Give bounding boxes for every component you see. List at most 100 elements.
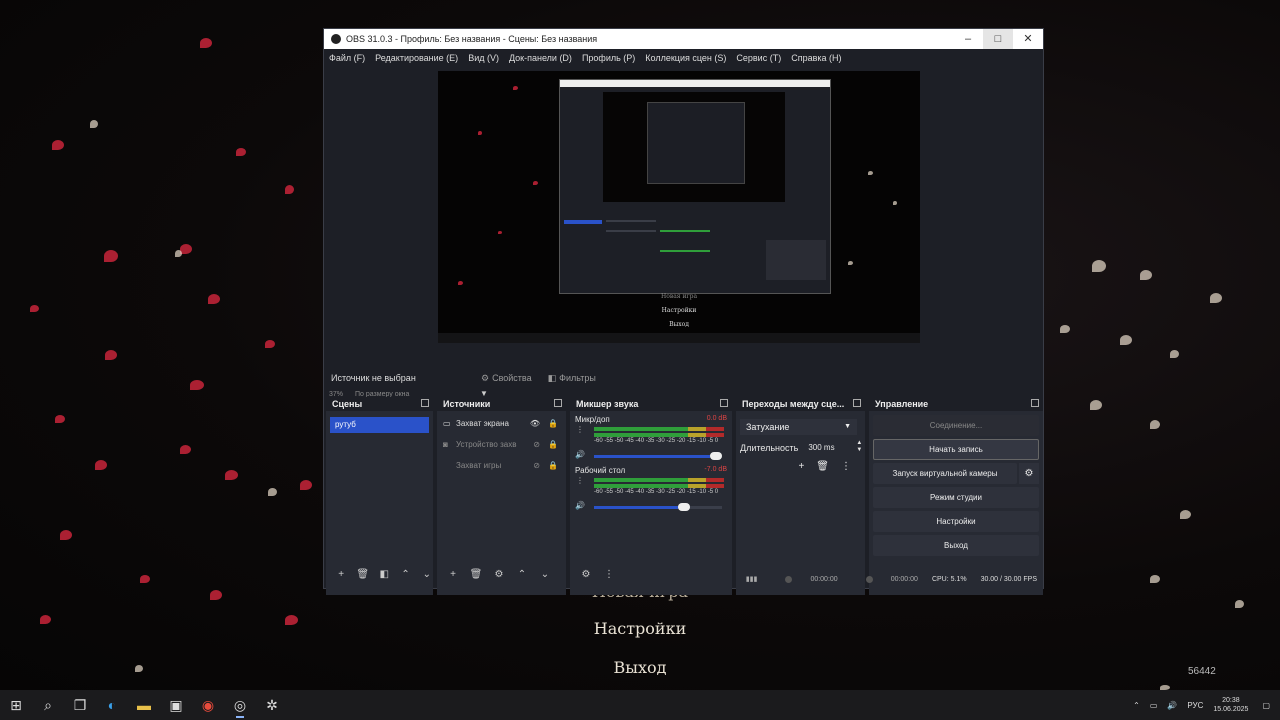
scene-item[interactable]: рутуб [330, 417, 429, 433]
transition-select[interactable]: Затухание ▼ [740, 419, 857, 435]
mixer-channel: Микр/доп 0.0 dB ⋮ -60 -55 -50 -45 -40 -3… [570, 411, 732, 462]
source-item[interactable]: Захват игры ⊘ 🔒 [437, 455, 566, 476]
gear-icon[interactable]: ⚙ [1019, 463, 1039, 484]
lock-icon[interactable]: 🔒 [548, 461, 558, 470]
channel-menu-icon[interactable]: ⋮ [576, 476, 584, 485]
record-status: 00:00:00 [852, 575, 918, 583]
source-item[interactable]: ▭ Захват экрана 👁 🔒 [437, 413, 566, 434]
clock[interactable]: 20:38 15.06.2025 [1213, 696, 1248, 714]
edge-icon[interactable]: ◐ [96, 690, 128, 720]
language-indicator[interactable]: РУС [1187, 701, 1203, 710]
chrome-icon[interactable]: ◉ [192, 690, 224, 720]
hidden-icon[interactable]: ⊘ [533, 440, 540, 449]
menu-file[interactable]: Файл (F) [329, 53, 365, 63]
transition-menu-icon[interactable]: ⋮ [841, 461, 851, 472]
chevron-up-icon[interactable]: ⌃ [1133, 701, 1140, 710]
volume-tray-icon[interactable]: 🔊 [1167, 701, 1177, 710]
game-taskbar-icon[interactable]: ✲ [256, 690, 288, 720]
preview-area[interactable]: Новая игра Настройки Выход 37% По размер… [324, 67, 1043, 398]
channel-db: 0.0 dB [706, 415, 727, 422]
menu-view[interactable]: Вид (V) [468, 53, 499, 63]
undock-icon[interactable] [421, 399, 429, 407]
close-button[interactable]: ✕ [1013, 29, 1043, 49]
notifications-icon[interactable]: ▢ [1262, 701, 1270, 710]
level-meter [594, 484, 724, 488]
menu-tools[interactable]: Сервис (T) [736, 53, 781, 63]
network-tray-icon[interactable]: ▭ [1150, 701, 1158, 710]
volume-slider[interactable] [594, 503, 722, 511]
preview-nested-obs [559, 79, 831, 294]
exit-button[interactable]: Выход [873, 535, 1039, 556]
preview-taskbar [438, 333, 920, 343]
desktop-menu-settings[interactable]: Настройки [540, 619, 740, 638]
speaker-icon[interactable]: 🔊 [575, 501, 585, 510]
studio-mode-button[interactable]: Режим студии [873, 487, 1039, 508]
lock-icon[interactable]: 🔒 [548, 440, 558, 449]
chevron-down-icon: ▼ [844, 423, 851, 430]
duration-input[interactable]: 300 ms ▲ ▼ [804, 440, 865, 455]
sources-title: Источники [437, 397, 566, 411]
channel-db: -7.0 dB [704, 466, 727, 473]
visibility-icon[interactable]: 👁 [530, 419, 540, 428]
task-view-icon[interactable]: ❐ [64, 690, 96, 720]
no-source-label: Источник не выбран [331, 373, 416, 383]
start-recording-button[interactable]: Начать запись [873, 439, 1039, 460]
scenes-dock: Сцены рутуб + 🗑 ◧ ⌃ ⌄ [326, 397, 433, 595]
status-bar: ▮▮▮ 00:00:00 00:00:00 CPU: 5.1% 30.00 / … [324, 570, 1043, 588]
controls-title: Управление [869, 397, 1043, 411]
meter-ticks: -60 -55 -50 -45 -40 -35 -30 -25 -20 -15 … [594, 438, 719, 444]
menu-help[interactable]: Справка (H) [791, 53, 841, 63]
desktop-counter: 56442 [1188, 666, 1216, 677]
preview-menu-exit: Выход [669, 321, 689, 328]
desktop-menu-exit[interactable]: Выход [540, 658, 740, 677]
file-explorer-icon[interactable]: ▬ [128, 690, 160, 720]
stream-status: 00:00:00 [771, 575, 838, 583]
start-virtual-camera-button[interactable]: Запуск виртуальной камеры [873, 463, 1017, 484]
obs-taskbar-icon[interactable]: ◎ [224, 690, 256, 720]
store-icon[interactable]: ▣ [160, 690, 192, 720]
undock-icon[interactable] [554, 399, 562, 407]
menu-profile[interactable]: Профиль (P) [582, 53, 635, 63]
stream-icon [785, 575, 793, 583]
title-bar[interactable]: OBS 31.0.3 - Профиль: Без названия - Сце… [324, 29, 1043, 49]
hidden-icon[interactable]: ⊘ [533, 461, 540, 470]
source-item[interactable]: ◙ Устройство захв ⊘ 🔒 [437, 434, 566, 455]
gear-icon: ⚙ [481, 372, 490, 383]
windows-start-icon[interactable]: ⊞ [0, 690, 32, 720]
add-transition-icon[interactable]: + [798, 461, 804, 472]
system-tray: ⌃ ▭ 🔊 РУС 20:38 15.06.2025 ▢ [1133, 690, 1280, 720]
undock-icon[interactable] [720, 399, 728, 407]
taskbar: ⊞ ⌕ ❐ ◐ ▬ ▣ ◉ ◎ ✲ ⌃ ▭ 🔊 РУС 20:38 15.06.… [0, 690, 1280, 720]
scenes-title: Сцены [326, 397, 433, 411]
preview-menu-settings: Настройки [661, 307, 697, 314]
channel-menu-icon[interactable]: ⋮ [576, 425, 584, 434]
undock-icon[interactable] [1031, 399, 1039, 407]
level-meter [594, 478, 724, 482]
remove-transition-icon[interactable]: 🗑 [816, 461, 829, 472]
window-title: OBS 31.0.3 - Профиль: Без названия - Сце… [346, 34, 598, 44]
lock-icon[interactable]: 🔒 [548, 419, 558, 428]
obs-logo-icon [331, 34, 341, 44]
menu-edit[interactable]: Редактирование (E) [375, 53, 458, 63]
settings-button[interactable]: Настройки [873, 511, 1039, 532]
preview-canvas[interactable]: Новая игра Настройки Выход [438, 71, 920, 343]
undock-icon[interactable] [853, 399, 861, 407]
virtual-camera-row: Запуск виртуальной камеры ⚙ [873, 463, 1039, 484]
menu-scene-collection[interactable]: Коллекция сцен (S) [645, 53, 726, 63]
properties-button[interactable]: ⚙ Свойства [475, 373, 538, 384]
mixer-dock: Микшер звука Микр/доп 0.0 dB ⋮ -60 -55 -… [570, 397, 732, 595]
camera-icon: ◙ [443, 440, 448, 449]
maximize-button[interactable]: □ [983, 29, 1013, 49]
monitor-icon: ▭ [443, 419, 451, 428]
filters-button[interactable]: ◧ Фильтры [542, 373, 602, 384]
spinner-icon[interactable]: ▲ ▼ [856, 440, 862, 454]
minimize-button[interactable]: – [953, 29, 983, 49]
network-icon: ▮▮▮ [745, 576, 758, 583]
speaker-icon[interactable]: 🔊 [575, 450, 585, 459]
volume-slider[interactable] [594, 452, 722, 460]
connecting-button[interactable]: Соединение... [873, 415, 1039, 436]
cpu-usage: CPU: 5.1% [931, 575, 967, 583]
menu-docks[interactable]: Док-панели (D) [509, 53, 572, 63]
search-icon[interactable]: ⌕ [32, 690, 64, 720]
mixer-channel: Рабочий стол -7.0 dB ⋮ -60 -55 -50 -45 -… [570, 462, 732, 513]
